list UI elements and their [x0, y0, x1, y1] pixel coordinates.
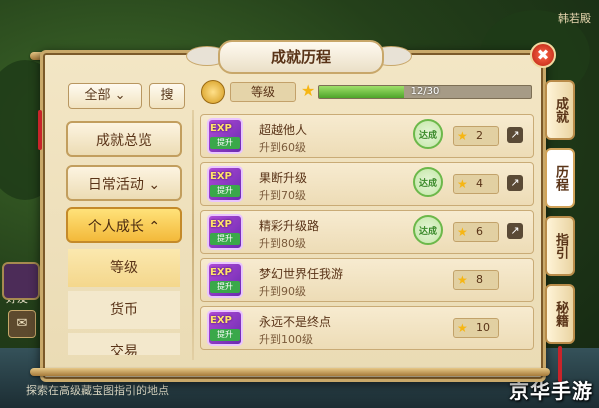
achievement-name: 永远不是终点 [259, 315, 332, 329]
nav-overview[interactable]: 成就总览 [66, 121, 182, 157]
trophy-icon [201, 80, 225, 104]
exp-up-icon: EXP 提升 [207, 118, 243, 154]
search-button[interactable]: 搜 [149, 83, 185, 109]
nav-daily[interactable]: 日常活动 ⌄ [66, 165, 182, 201]
nav-sub-item-trade[interactable]: 交易 [68, 333, 180, 355]
category-select-label: 全部 [84, 88, 111, 103]
up-icon-text: 提升 [210, 281, 240, 293]
nav-sub-item-label: 货币 [110, 302, 138, 318]
nav-sub-item-label: 交易 [110, 344, 138, 355]
star-icon: ★ [457, 225, 468, 239]
up-icon-text: 提升 [210, 233, 240, 245]
level-progress-text: 12/30 [410, 86, 440, 97]
points-value: 4 [476, 177, 483, 190]
tab-label: 指引 [553, 233, 568, 259]
level-progress-bar: 12/30 [318, 85, 532, 99]
tab-history[interactable]: 历程 [545, 148, 575, 208]
quest-tracker-text: 探索在高级藏宝图指引的地点 [26, 384, 169, 397]
share-icon[interactable]: ↗ [507, 127, 523, 143]
achievement-row: EXP 提升 果断升级 升到70级 达成 ★ 4 ↗ [200, 162, 534, 206]
exp-icon-text: EXP [210, 219, 232, 230]
completed-stamp: 达成 [413, 167, 443, 197]
category-nav: 成就总览 日常活动 ⌄ 个人成长 ⌃ 等级 货币 交易 [60, 115, 190, 355]
exp-icon-text: EXP [210, 171, 232, 182]
chevron-down-icon: ⌄ [148, 177, 161, 193]
player-avatar[interactable] [2, 262, 40, 300]
exp-icon-text: EXP [210, 315, 232, 326]
column-divider [192, 110, 194, 360]
points-value: 10 [476, 321, 490, 334]
achievement-desc: 升到60级 [259, 141, 306, 154]
nav-growth[interactable]: 个人成长 ⌃ [66, 207, 182, 243]
achievement-desc: 升到100级 [259, 333, 313, 346]
achievement-points: ★ 2 [453, 126, 499, 146]
share-icon[interactable]: ↗ [507, 175, 523, 191]
level-category-label: 等级 [230, 82, 296, 102]
completed-stamp: 达成 [413, 215, 443, 245]
star-icon: ★ [457, 177, 468, 191]
decorative-tassel [558, 346, 562, 382]
star-icon: ★ [457, 273, 468, 287]
nav-sub-item-level[interactable]: 等级 [68, 249, 180, 287]
points-value: 6 [476, 225, 483, 238]
chat-icon[interactable]: ✉ [8, 310, 36, 338]
achievement-list: EXP 提升 超越他人 升到60级 达成 ★ 2 ↗ EXP 提升 果断升级 升到70… [200, 108, 538, 364]
nav-daily-label: 日常活动 [87, 177, 144, 193]
achievement-points: ★ 8 [453, 270, 499, 290]
exp-up-icon: EXP 提升 [207, 262, 243, 298]
decorative-tassel [38, 110, 42, 150]
star-icon: ★ [301, 81, 316, 100]
chevron-down-icon: ⌄ [114, 88, 126, 103]
category-select[interactable]: 全部 ⌄ [68, 83, 142, 109]
nav-growth-label: 个人成长 [87, 219, 144, 235]
star-icon: ★ [457, 129, 468, 143]
completed-stamp: 达成 [413, 119, 443, 149]
up-icon-text: 提升 [210, 329, 240, 341]
achievement-row: EXP 提升 超越他人 升到60级 达成 ★ 2 ↗ [200, 114, 534, 158]
panel-title: 成就历程 [218, 40, 384, 74]
achievement-row: EXP 提升 梦幻世界任我游 升到90级 ★ 8 [200, 258, 534, 302]
nav-overview-label: 成就总览 [96, 133, 152, 149]
nav-sub-item-currency[interactable]: 货币 [68, 291, 180, 329]
share-icon[interactable]: ↗ [507, 223, 523, 239]
achievement-desc: 升到90级 [259, 285, 306, 298]
exp-icon-text: EXP [210, 267, 232, 278]
exp-up-icon: EXP 提升 [207, 214, 243, 250]
tab-secrets[interactable]: 秘籍 [545, 284, 575, 344]
exp-icon-text: EXP [210, 123, 232, 134]
exp-up-icon: EXP 提升 [207, 310, 243, 346]
achievement-name: 梦幻世界任我游 [259, 267, 344, 281]
points-value: 8 [476, 273, 483, 286]
achievement-row: EXP 提升 永远不是终点 升到100级 ★ 10 [200, 306, 534, 350]
chevron-up-icon: ⌃ [148, 219, 161, 235]
scroll-rod-bottom [30, 368, 550, 376]
achievement-desc: 升到70级 [259, 189, 306, 202]
achievement-name: 超越他人 [259, 123, 308, 137]
up-icon-text: 提升 [210, 185, 240, 197]
tab-label: 成就 [553, 97, 568, 123]
achievement-points: ★ 10 [453, 318, 499, 338]
achievement-name: 精彩升级路 [259, 219, 320, 233]
close-button[interactable]: ✖ [530, 42, 556, 68]
achievement-points: ★ 4 [453, 174, 499, 194]
achievement-desc: 升到80级 [259, 237, 306, 250]
location-label: 韩若殿 [558, 12, 591, 25]
exp-up-icon: EXP 提升 [207, 166, 243, 202]
tab-achievement[interactable]: 成就 [545, 80, 575, 140]
tab-guide[interactable]: 指引 [545, 216, 575, 276]
tab-label: 秘籍 [553, 301, 568, 327]
nav-sub-item-label: 等级 [110, 260, 138, 276]
star-icon: ★ [457, 321, 468, 335]
tab-label: 历程 [553, 165, 568, 191]
points-value: 2 [476, 129, 483, 142]
up-icon-text: 提升 [210, 137, 240, 149]
achievement-row: EXP 提升 精彩升级路 升到80级 达成 ★ 6 ↗ [200, 210, 534, 254]
achievement-name: 果断升级 [259, 171, 308, 185]
achievement-points: ★ 6 [453, 222, 499, 242]
